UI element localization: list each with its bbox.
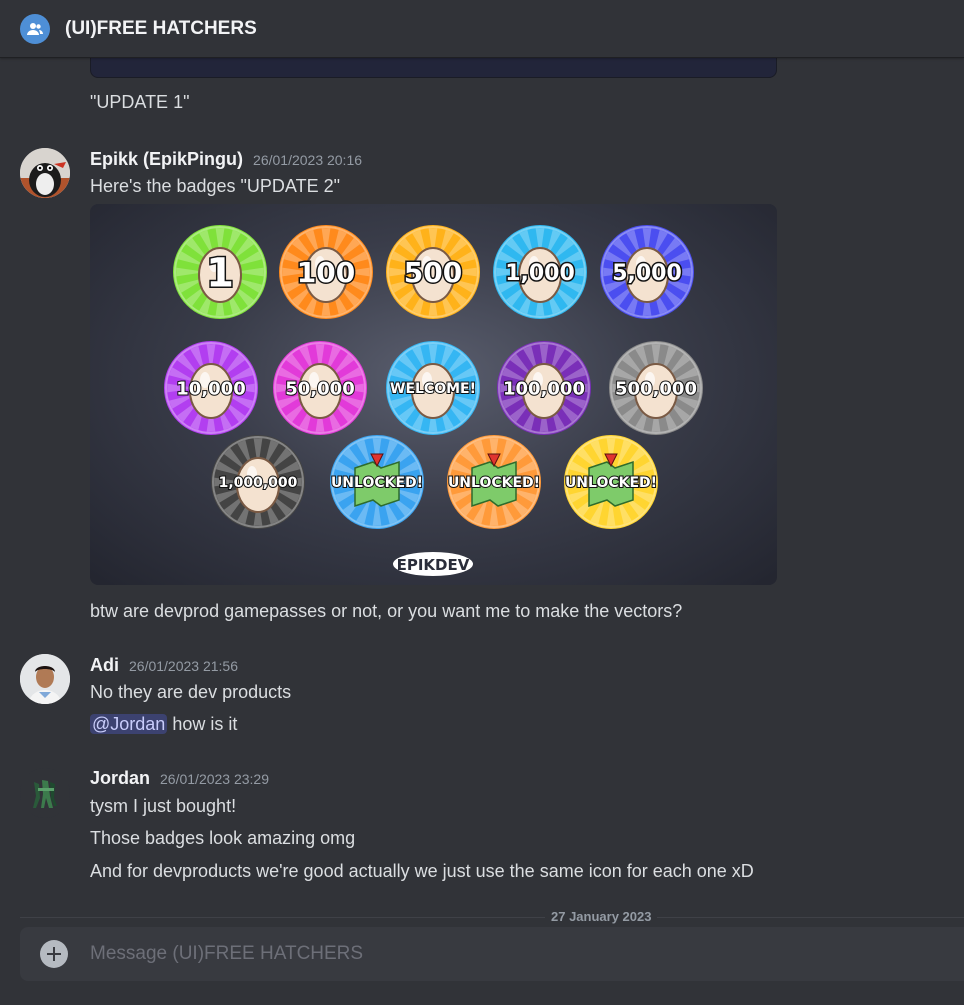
badge-label: 10,000 xyxy=(176,378,245,399)
badge-label: 500 xyxy=(404,256,462,289)
date-divider: 27 January 2023 xyxy=(545,909,658,924)
epikdev-logo: EPIKDEV xyxy=(393,552,473,576)
message-text: Here's the badges "UPDATE 2" xyxy=(90,176,340,196)
message-timestamp: 26/01/2023 20:16 xyxy=(253,152,363,168)
badge-label: UNLOCKED! xyxy=(331,475,423,491)
channel-title: (UI)FREE HATCHERS xyxy=(65,17,257,39)
badges-image-attachment[interactable]: 1 100 500 1,000 5,000 10,000 50,000 WELCOME! 100… xyxy=(90,204,777,585)
badge: 5,000 xyxy=(600,225,694,319)
message-text: @Jordan how is it xyxy=(90,714,237,735)
badge: 100 xyxy=(279,225,373,319)
logo-text: EPIKDEV xyxy=(397,556,470,574)
badge: UNLOCKED! xyxy=(447,435,541,529)
badge-label: 50,000 xyxy=(285,378,354,399)
badge: 100,000 xyxy=(497,341,591,435)
badge: UNLOCKED! xyxy=(564,435,658,529)
badge: WELCOME! xyxy=(386,341,480,435)
badge: 1,000 xyxy=(493,225,587,319)
message-text: And for devproducts we're good actually … xyxy=(90,861,754,881)
badge: 500,000 xyxy=(609,341,703,435)
message-text: Those badges look amazing omg xyxy=(90,828,356,848)
message-header: Epikk (EpikPingu) 26/01/2023 20:16 xyxy=(90,149,362,170)
badge-label: 5,000 xyxy=(612,261,682,286)
author-name[interactable]: Adi xyxy=(90,655,119,676)
message-header: Adi 26/01/2023 21:56 xyxy=(90,655,238,676)
badge-label: 100,000 xyxy=(503,378,585,399)
author-name[interactable]: Jordan xyxy=(90,768,150,789)
date-divider-line xyxy=(20,917,964,918)
badge-label: 1,000,000 xyxy=(219,475,298,491)
message-list[interactable]: "UPDATE 1" Epikk (EpikPingu) 26/01/2023 … xyxy=(0,58,964,920)
message-text: tysm I just bought! xyxy=(90,796,237,816)
message-timestamp: 26/01/2023 21:56 xyxy=(129,658,238,674)
badge-label: UNLOCKED! xyxy=(448,475,540,491)
channel-header: (UI)FREE HATCHERS xyxy=(0,0,964,58)
badge: 500 xyxy=(386,225,480,319)
badge-label: 500,000 xyxy=(615,378,697,399)
plus-icon xyxy=(47,947,61,961)
user-mention[interactable]: @Jordan xyxy=(90,714,168,734)
badge: 1,000,000 xyxy=(211,435,305,529)
badge: 10,000 xyxy=(164,341,258,435)
badge-label: 1,000 xyxy=(505,261,575,286)
badge: UNLOCKED! xyxy=(330,435,424,529)
badge-label: UNLOCKED! xyxy=(565,475,657,491)
author-name[interactable]: Epikk (EpikPingu) xyxy=(90,149,243,170)
mention-suffix: how is it xyxy=(167,714,238,734)
group-dm-icon xyxy=(20,13,50,44)
badge: 50,000 xyxy=(273,341,367,435)
message-composer xyxy=(20,927,964,981)
avatar[interactable] xyxy=(20,768,70,818)
badge-label: 1 xyxy=(206,250,234,296)
badge-label: WELCOME! xyxy=(390,381,476,397)
badge-label: 100 xyxy=(297,256,355,289)
avatar[interactable] xyxy=(20,654,70,704)
previous-image-attachment[interactable] xyxy=(90,58,777,78)
message-text: btw are devprod gamepasses or not, or yo… xyxy=(90,601,683,621)
badge: 1 xyxy=(173,225,267,319)
add-attachment-button[interactable] xyxy=(40,940,68,968)
message-text: No they are dev products xyxy=(90,682,292,702)
message-timestamp: 26/01/2023 23:29 xyxy=(160,771,270,787)
avatar[interactable] xyxy=(20,148,70,198)
message-input[interactable] xyxy=(90,943,910,965)
message-header: Jordan 26/01/2023 23:29 xyxy=(90,768,269,789)
message-text: "UPDATE 1" xyxy=(90,92,190,112)
